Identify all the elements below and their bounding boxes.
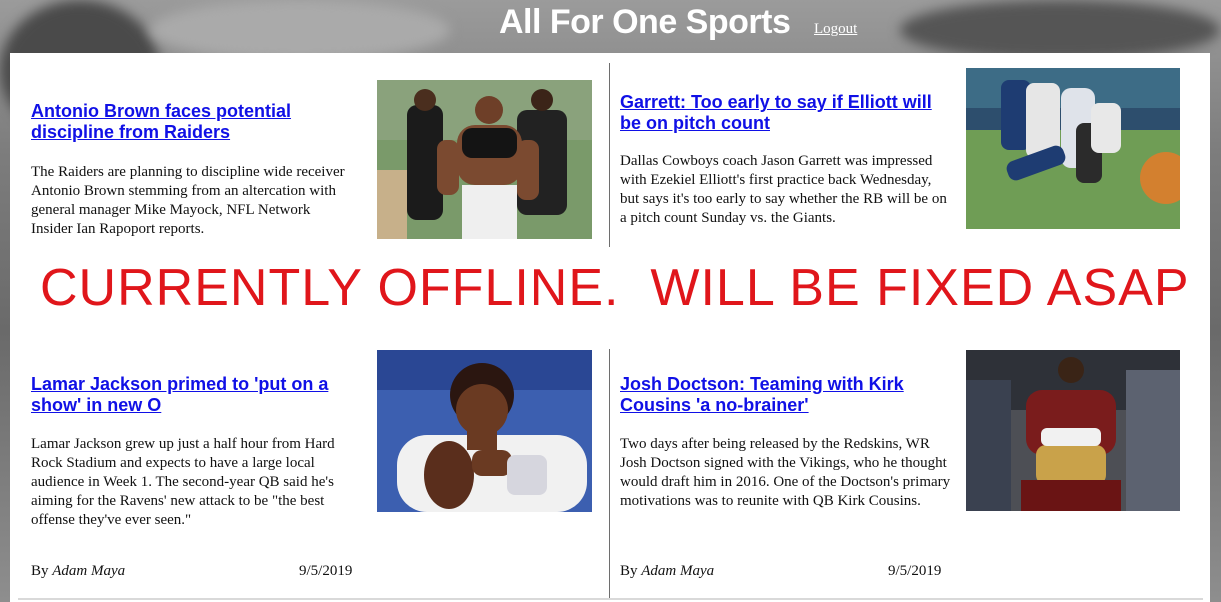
byline-prefix: By <box>620 563 638 579</box>
site-title: All For One Sports <box>499 3 791 41</box>
article-summary: Dallas Cowboys coach Jason Garrett was i… <box>620 153 947 226</box>
josh-doctson-photo[interactable] <box>966 350 1180 511</box>
footer-divider <box>18 598 1203 600</box>
article-byline: By Adam Maya <box>620 563 714 580</box>
article-title-link[interactable]: Josh Doctson: Teaming with Kirk Cousins … <box>620 374 940 416</box>
article-summary: Lamar Jackson grew up just a half hour f… <box>31 436 335 528</box>
offline-banner: CURRENTLY OFFLINE. WILL BE FIXED ASAP <box>40 259 1190 317</box>
byline-prefix: By <box>31 563 49 579</box>
cowboys-practice-photo[interactable] <box>966 68 1180 229</box>
antonio-brown-photo[interactable] <box>377 80 592 239</box>
article-title-link[interactable]: Garrett: Too early to say if Elliott wil… <box>620 92 945 134</box>
article-title-link[interactable]: Lamar Jackson primed to 'put on a show' … <box>31 374 361 416</box>
article-summary: The Raiders are planning to discipline w… <box>31 164 345 237</box>
article-summary: Two days after being released by the Red… <box>620 436 951 509</box>
byline-author: Adam Maya <box>641 563 715 579</box>
article-title-link[interactable]: Antonio Brown faces potential discipline… <box>31 101 341 143</box>
column-divider <box>609 349 610 599</box>
article-byline: By Adam Maya <box>31 563 125 580</box>
site-header: All For One Sports Logout <box>0 0 1221 52</box>
article-date: 9/5/2019 <box>888 563 942 579</box>
article-date: 9/5/2019 <box>299 563 353 579</box>
lamar-jackson-photo[interactable] <box>377 350 592 512</box>
logout-link[interactable]: Logout <box>814 21 857 38</box>
column-divider <box>609 63 610 247</box>
byline-author: Adam Maya <box>52 563 126 579</box>
